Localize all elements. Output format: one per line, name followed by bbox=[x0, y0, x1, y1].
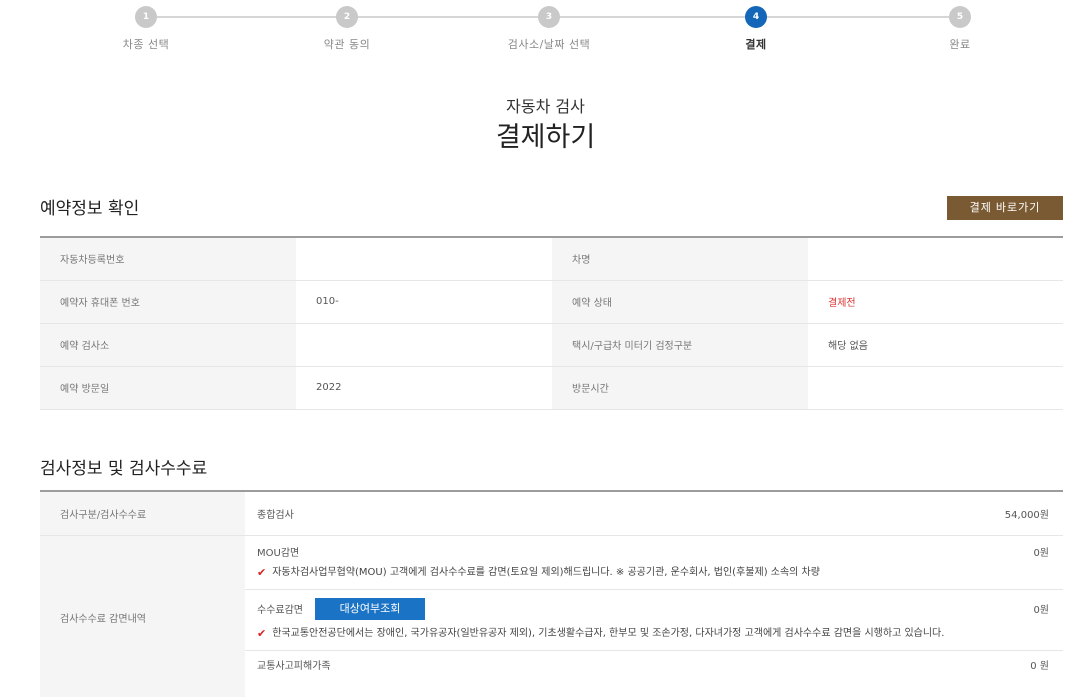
fee-section-title: 검사정보 및 검사수수료 bbox=[40, 459, 208, 479]
row-label: 차명 bbox=[552, 237, 808, 281]
step-5: 5 완료 bbox=[900, 6, 1020, 52]
fee-table: 검사구분/검사수수료 종합검사 54,000원 검사수수료 감면내역 MOU감면… bbox=[40, 490, 1063, 697]
page-title: 결제하기 bbox=[495, 122, 596, 153]
table-row: 예약자 휴대폰 번호 010- 예약 상태 결제전 bbox=[40, 280, 1063, 324]
check-icon: ✔ bbox=[257, 626, 267, 640]
table-row: 검사수수료 감면내역 MOU감면 0원 ✔ 자동차검사업무협약(MOU) 고객에… bbox=[40, 535, 1063, 697]
row-label: 검사구분/검사수수료 bbox=[40, 491, 245, 536]
mou-discount-row: MOU감면 0원 bbox=[245, 536, 1063, 559]
step-3: 3 검사소/날짜 선택 bbox=[489, 6, 609, 52]
discount-details-cell: MOU감면 0원 ✔ 자동차검사업무협약(MOU) 고객에게 검사수수료를 감면… bbox=[245, 535, 1063, 697]
row-label: 택시/구급차 미터기 검정구분 bbox=[552, 323, 808, 367]
table-row: 검사구분/검사수수료 종합검사 54,000원 bbox=[40, 491, 1063, 536]
fee-discount-left: 수수료감면 대상여부조회 bbox=[257, 597, 425, 620]
reservation-table: 자동차등록번호 차명 예약자 휴대폰 번호 010- 예약 상태 결제전 예약 … bbox=[40, 236, 1063, 410]
row-value: 2022 bbox=[296, 366, 552, 410]
pay-shortcut-button[interactable]: 결제 바로가기 bbox=[947, 196, 1063, 220]
table-row: 예약 검사소 택시/구급차 미터기 검정구분 해당 없음 bbox=[40, 323, 1063, 367]
fee-discount-row: 수수료감면 대상여부조회 0원 bbox=[245, 590, 1063, 620]
step-4: 4 결제 bbox=[696, 6, 816, 52]
step-3-label: 검사소/날짜 선택 bbox=[507, 38, 591, 51]
mou-note-text: 자동차검사업무협약(MOU) 고객에게 검사수수료를 감면(토요일 제외)해드립… bbox=[272, 566, 820, 578]
step-1-dot: 1 bbox=[135, 6, 157, 28]
row-value bbox=[296, 237, 552, 281]
mou-discount-label: MOU감면 bbox=[257, 547, 300, 559]
accident-family-amount: 0 원 bbox=[1030, 660, 1049, 672]
fee-discount-block: 수수료감면 대상여부조회 0원 ✔ 한국교통안전공단에서는 장애인, 국가유공자… bbox=[245, 590, 1063, 651]
row-label: 예약 방문일 bbox=[40, 366, 296, 410]
step-4-label: 결제 bbox=[745, 38, 767, 51]
reservation-section-title: 예약정보 확인 bbox=[40, 199, 140, 219]
fee-discount-note-text: 한국교통안전공단에서는 장애인, 국가유공자(일반유공자 제외), 기초생활수급… bbox=[272, 627, 945, 639]
table-row: 자동차등록번호 차명 bbox=[40, 237, 1063, 281]
table-row: 예약 방문일 2022 방문시간 bbox=[40, 366, 1063, 410]
page-subtitle: 자동차 검사 bbox=[506, 97, 585, 116]
reservation-status: 결제전 bbox=[808, 280, 1063, 324]
step-2: 2 약관 동의 bbox=[287, 6, 407, 52]
inspection-type-name: 종합검사 bbox=[257, 509, 294, 521]
progress-stepper: 1 차종 선택 2 약관 동의 3 검사소/날짜 선택 4 결제 5 완료 bbox=[40, 6, 1050, 56]
row-label: 예약 상태 bbox=[552, 280, 808, 324]
row-value bbox=[808, 366, 1063, 410]
inspection-type-cell: 종합검사 54,000원 bbox=[245, 491, 1063, 536]
inspection-type-row: 종합검사 54,000원 bbox=[245, 506, 1063, 521]
step-1-label: 차종 선택 bbox=[122, 38, 170, 51]
step-4-dot: 4 bbox=[745, 6, 767, 28]
step-2-label: 약관 동의 bbox=[323, 38, 371, 51]
row-value: 010- bbox=[296, 280, 552, 324]
mou-note: ✔ 자동차검사업무협약(MOU) 고객에게 검사수수료를 감면(토요일 제외)해… bbox=[245, 559, 1063, 589]
check-icon: ✔ bbox=[257, 565, 267, 579]
fee-discount-label: 수수료감면 bbox=[257, 605, 303, 616]
mou-discount-block: MOU감면 0원 ✔ 자동차검사업무협약(MOU) 고객에게 검사수수료를 감면… bbox=[245, 536, 1063, 590]
eligibility-check-button[interactable]: 대상여부조회 bbox=[315, 597, 425, 620]
accident-family-label: 교통사고피해가족 bbox=[257, 660, 331, 672]
row-label: 예약자 휴대폰 번호 bbox=[40, 280, 296, 324]
step-1: 1 차종 선택 bbox=[86, 6, 206, 52]
row-value bbox=[808, 237, 1063, 281]
row-label: 예약 검사소 bbox=[40, 323, 296, 367]
mou-discount-amount: 0원 bbox=[1033, 547, 1049, 559]
fee-discount-amount: 0원 bbox=[1033, 605, 1049, 616]
fee-discount-note: ✔ 한국교통안전공단에서는 장애인, 국가유공자(일반유공자 제외), 기초생활… bbox=[245, 620, 1063, 650]
row-label: 자동차등록번호 bbox=[40, 237, 296, 281]
row-label: 방문시간 bbox=[552, 366, 808, 410]
row-label: 검사수수료 감면내역 bbox=[40, 535, 245, 697]
step-5-label: 완료 bbox=[949, 38, 971, 51]
step-2-dot: 2 bbox=[336, 6, 358, 28]
inspection-type-amount: 54,000원 bbox=[1004, 509, 1049, 521]
step-3-dot: 3 bbox=[538, 6, 560, 28]
accident-family-row: 교통사고피해가족 0 원 bbox=[245, 651, 1063, 672]
step-5-dot: 5 bbox=[949, 6, 971, 28]
row-value: 해당 없음 bbox=[808, 323, 1063, 367]
row-value bbox=[296, 323, 552, 367]
